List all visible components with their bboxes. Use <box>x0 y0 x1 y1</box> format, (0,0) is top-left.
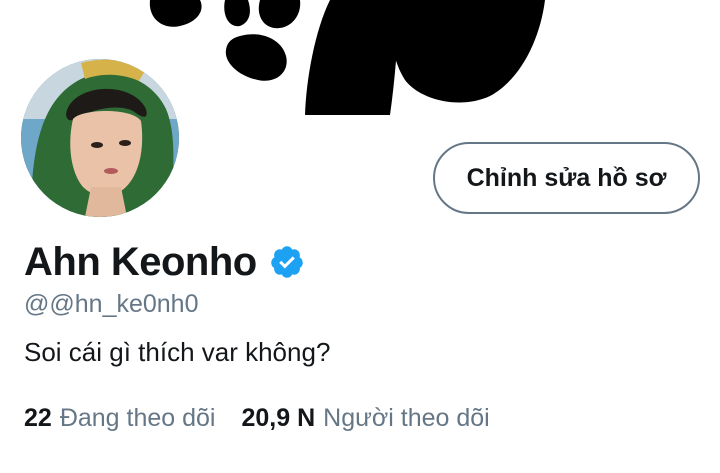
edit-profile-button[interactable]: Chỉnh sửa hồ sơ <box>433 142 700 214</box>
profile-bio: Soi cái gì thích var không? <box>24 337 331 367</box>
followers-label: Người theo dõi <box>323 404 490 432</box>
edit-profile-label: Chỉnh sửa hồ sơ <box>466 163 667 192</box>
following-count: 22 <box>24 404 52 432</box>
followers-count: 20,9 N <box>241 404 316 432</box>
avatar-photo <box>21 59 179 217</box>
profile-stats: 22 Đang theo dõi 20,9 N Người theo dõi <box>24 404 516 433</box>
display-name: Ahn Keonho <box>24 239 257 284</box>
profile-avatar[interactable] <box>17 55 183 221</box>
profile-handle: @@hn_ke0nh0 <box>24 290 199 318</box>
profile-name-row: Ahn Keonho <box>24 234 305 290</box>
following-stat[interactable]: 22 Đang theo dõi <box>24 404 216 433</box>
following-label: Đang theo dõi <box>59 404 216 432</box>
followers-stat[interactable]: 20,9 N Người theo dõi <box>242 404 490 433</box>
verified-badge-icon <box>269 244 305 280</box>
